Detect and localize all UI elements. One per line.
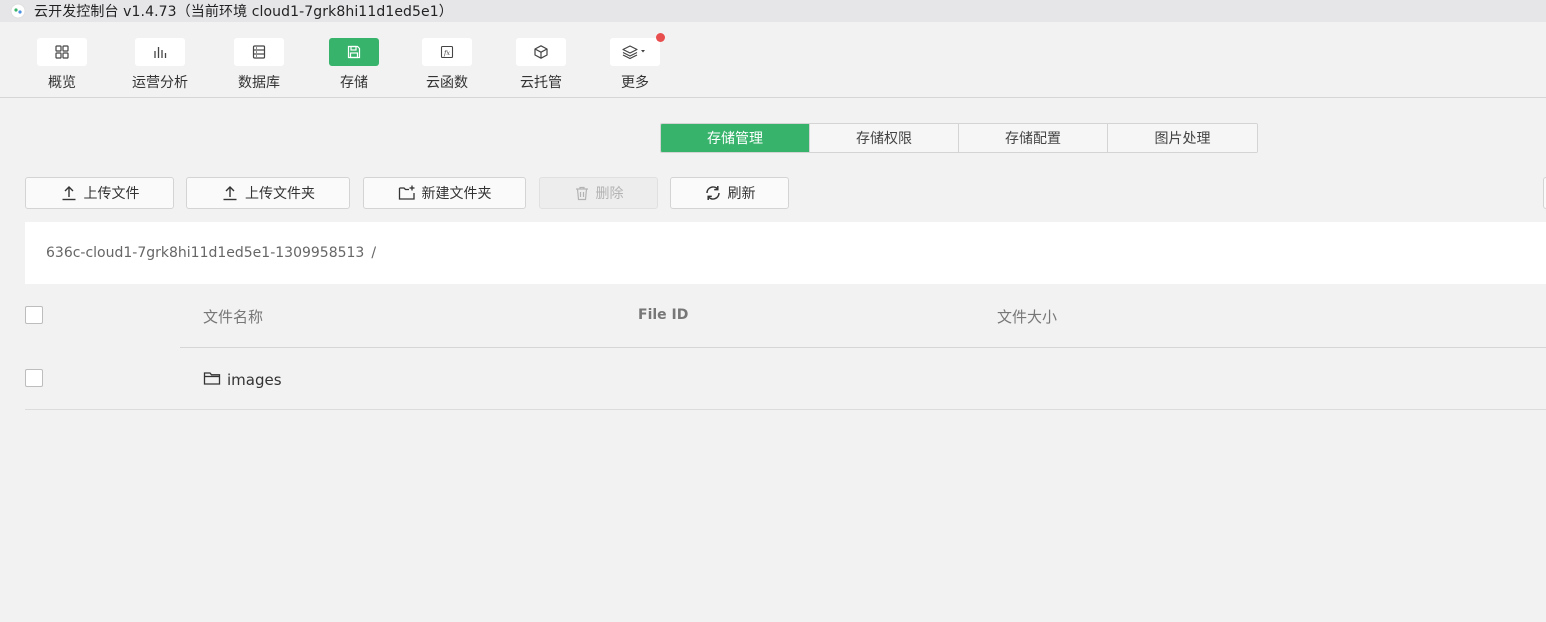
toolbar-overview[interactable]: 概览 xyxy=(27,38,97,92)
toolbar-label: 云函数 xyxy=(426,75,468,91)
svg-text:fx: fx xyxy=(443,49,450,57)
database-icon xyxy=(234,38,284,66)
trash-icon xyxy=(574,185,590,201)
toolbar-label: 存储 xyxy=(340,75,368,91)
delete-label: 删除 xyxy=(595,186,624,202)
storage-tabs: 存储管理 存储权限 存储配置 图片处理 xyxy=(660,123,1258,153)
breadcrumb-separator: / xyxy=(371,245,377,261)
toolbar-cloud-functions[interactable]: fx 云函数 xyxy=(412,38,482,92)
toolbar-label: 运营分析 xyxy=(132,75,188,91)
toolbar-storage[interactable]: 存储 xyxy=(319,38,389,92)
toolbar-analytics[interactable]: 运营分析 xyxy=(125,38,195,92)
upload-icon xyxy=(60,184,78,202)
grid-icon xyxy=(37,38,87,66)
upload-file-label: 上传文件 xyxy=(83,186,140,202)
tab-storage-config[interactable]: 存储配置 xyxy=(959,124,1108,152)
main-toolbar: 概览 运营分析 数据库 存储 fx 云函数 云托管 更多 xyxy=(0,22,1546,98)
toolbar-label: 概览 xyxy=(48,75,76,91)
breadcrumb-bucket[interactable]: 636c-cloud1-7grk8hi11d1ed5e1-1309958513 xyxy=(46,245,364,261)
new-folder-icon xyxy=(398,184,416,202)
save-icon xyxy=(329,38,379,66)
toolbar-label: 数据库 xyxy=(238,75,280,91)
row-checkbox[interactable] xyxy=(25,369,43,387)
app-logo-icon xyxy=(10,3,26,19)
refresh-label: 刷新 xyxy=(727,186,756,202)
refresh-button[interactable]: 刷新 xyxy=(670,177,789,209)
upload-folder-label: 上传文件夹 xyxy=(245,186,315,202)
function-icon: fx xyxy=(422,38,472,66)
new-folder-label: 新建文件夹 xyxy=(421,186,492,202)
upload-icon xyxy=(221,184,239,202)
select-all-checkbox[interactable] xyxy=(25,306,43,324)
toolbar-label: 云托管 xyxy=(520,75,562,91)
toolbar-database[interactable]: 数据库 xyxy=(224,38,294,92)
upload-folder-button[interactable]: 上传文件夹 xyxy=(186,177,350,209)
column-header-name: 文件名称 xyxy=(203,308,264,326)
notification-badge xyxy=(656,33,665,42)
layers-icon xyxy=(610,33,665,66)
upload-file-button[interactable]: 上传文件 xyxy=(25,177,174,209)
tab-storage-permissions[interactable]: 存储权限 xyxy=(810,124,959,152)
refresh-icon xyxy=(704,184,722,202)
tab-storage-management[interactable]: 存储管理 xyxy=(661,124,810,152)
window-title: 云开发控制台 v1.4.73（当前环境 cloud1-7grk8hi11d1ed… xyxy=(34,4,453,20)
file-name: images xyxy=(227,371,282,389)
file-table: 文件名称 File ID 文件大小 images xyxy=(25,284,1546,410)
table-header: 文件名称 File ID 文件大小 xyxy=(25,284,1546,348)
column-header-file-id: File ID xyxy=(638,307,689,323)
toolbar-label: 更多 xyxy=(621,75,649,91)
bar-chart-icon xyxy=(135,38,185,66)
cube-icon xyxy=(516,38,566,66)
breadcrumb: 636c-cloud1-7grk8hi11d1ed5e1-1309958513 … xyxy=(25,222,1546,284)
toolbar-cloud-hosting[interactable]: 云托管 xyxy=(506,38,576,92)
column-header-size: 文件大小 xyxy=(997,308,1058,326)
toolbar-more[interactable]: 更多 xyxy=(600,33,670,92)
tab-image-processing[interactable]: 图片处理 xyxy=(1108,124,1257,152)
window-titlebar: 云开发控制台 v1.4.73（当前环境 cloud1-7grk8hi11d1ed… xyxy=(0,0,1546,22)
new-folder-button[interactable]: 新建文件夹 xyxy=(363,177,526,209)
table-row[interactable]: images xyxy=(25,347,1546,410)
delete-button[interactable]: 删除 xyxy=(539,177,658,209)
file-name-cell[interactable]: images xyxy=(203,370,282,390)
folder-icon xyxy=(203,370,221,390)
